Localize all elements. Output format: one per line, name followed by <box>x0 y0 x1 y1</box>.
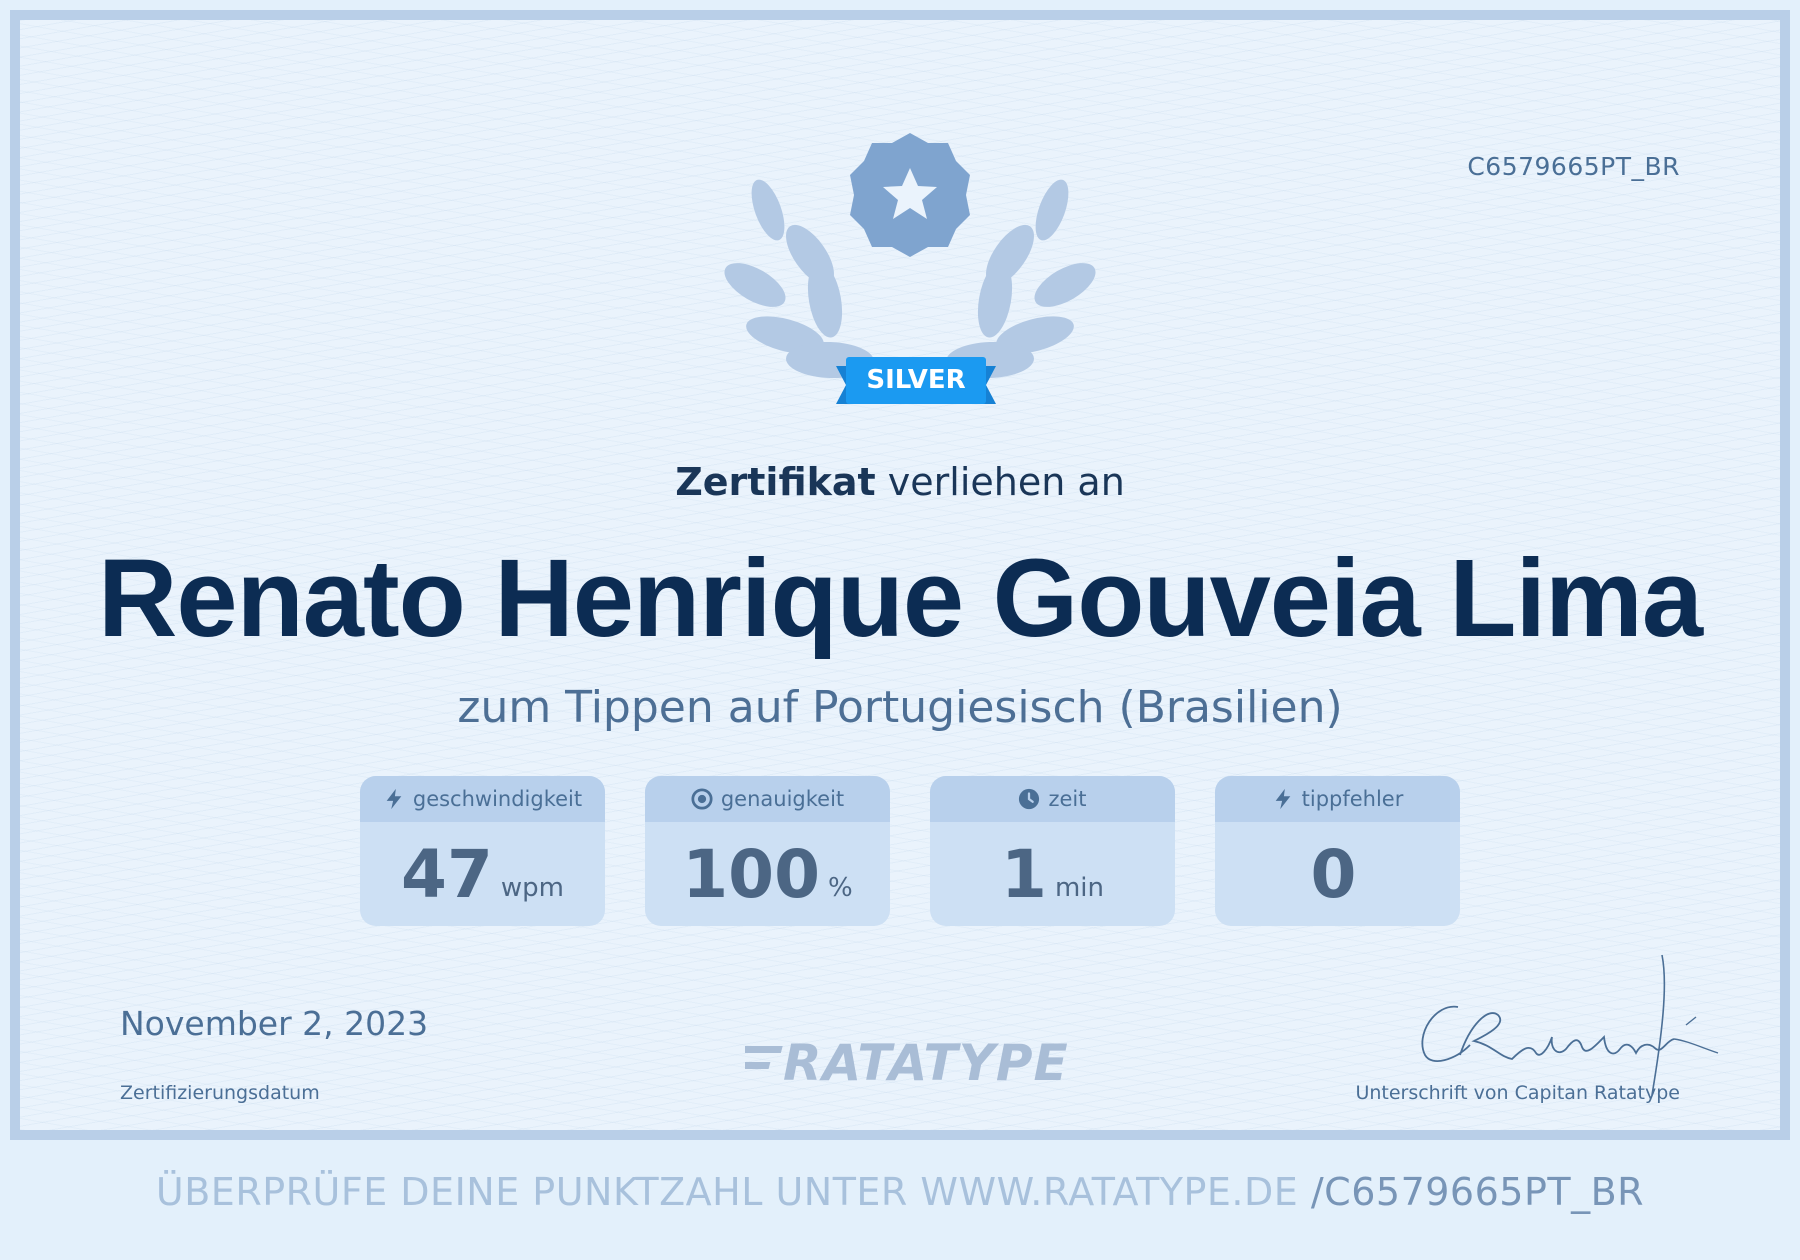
footer-code: /C6579665PT_BR <box>1310 1170 1645 1214</box>
signature-label: Unterschrift von Capitan Ratatype <box>1355 1082 1680 1104</box>
certificate-heading: Zertifikat verliehen an <box>20 460 1780 504</box>
silver-badge: SILVER <box>836 352 996 412</box>
badge-label: SILVER <box>866 365 966 395</box>
certification-date-label: Zertifizierungsdatum <box>120 1082 320 1104</box>
signature <box>1421 954 1719 1096</box>
stat-value: 0 <box>1310 835 1357 913</box>
certificate-subtitle: zum Tippen auf Portugiesisch (Brasilien) <box>457 682 1343 733</box>
heading-bold: Zertifikat <box>675 460 876 504</box>
stats-row: geschwindigkeit 47 wpm genauigkeit 100 %… <box>360 776 1460 926</box>
stat-label: genauigkeit <box>720 787 845 811</box>
stat-time: zeit 1 min <box>930 776 1175 926</box>
verification-footer: ÜBERPRÜFE DEINE PUNKTZAHL UNTER WWW.RATA… <box>0 1170 1800 1214</box>
certification-date: November 2, 2023 <box>120 1004 429 1043</box>
stat-label: zeit <box>1048 787 1087 811</box>
stat-unit: wpm <box>500 873 564 903</box>
lightning-icon <box>1275 788 1290 810</box>
stat-label: tippfehler <box>1301 787 1404 811</box>
stat-value: 1 <box>1001 835 1047 913</box>
heading-rest: verliehen an <box>875 460 1125 504</box>
ratatype-logo: RATATYPE <box>745 1030 1095 1092</box>
stat-label: geschwindigkeit <box>412 787 583 811</box>
stat-value: 100 <box>682 835 821 913</box>
certificate-code: C6579665PT_BR <box>1467 152 1680 181</box>
stat-speed: geschwindigkeit 47 wpm <box>360 776 605 926</box>
footer-text: ÜBERPRÜFE DEINE PUNKTZAHL UNTER WWW.RATA… <box>155 1170 1299 1214</box>
recipient-name: Renato Henrique Gouveia Lima <box>97 537 1703 660</box>
lightning-icon <box>386 788 402 810</box>
target-icon <box>691 788 713 810</box>
stat-errors: tippfehler 0 <box>1215 776 1460 926</box>
stat-unit: min <box>1054 873 1104 903</box>
stat-value: 47 <box>401 835 493 913</box>
logo-text: RATATYPE <box>783 1034 1069 1092</box>
certificate: C6579665PT_BR SILVER Zertifikat verliehe… <box>10 10 1790 1140</box>
stat-unit: % <box>828 873 853 903</box>
clock-icon <box>1019 788 1040 810</box>
stat-accuracy: genauigkeit 100 % <box>645 776 890 926</box>
